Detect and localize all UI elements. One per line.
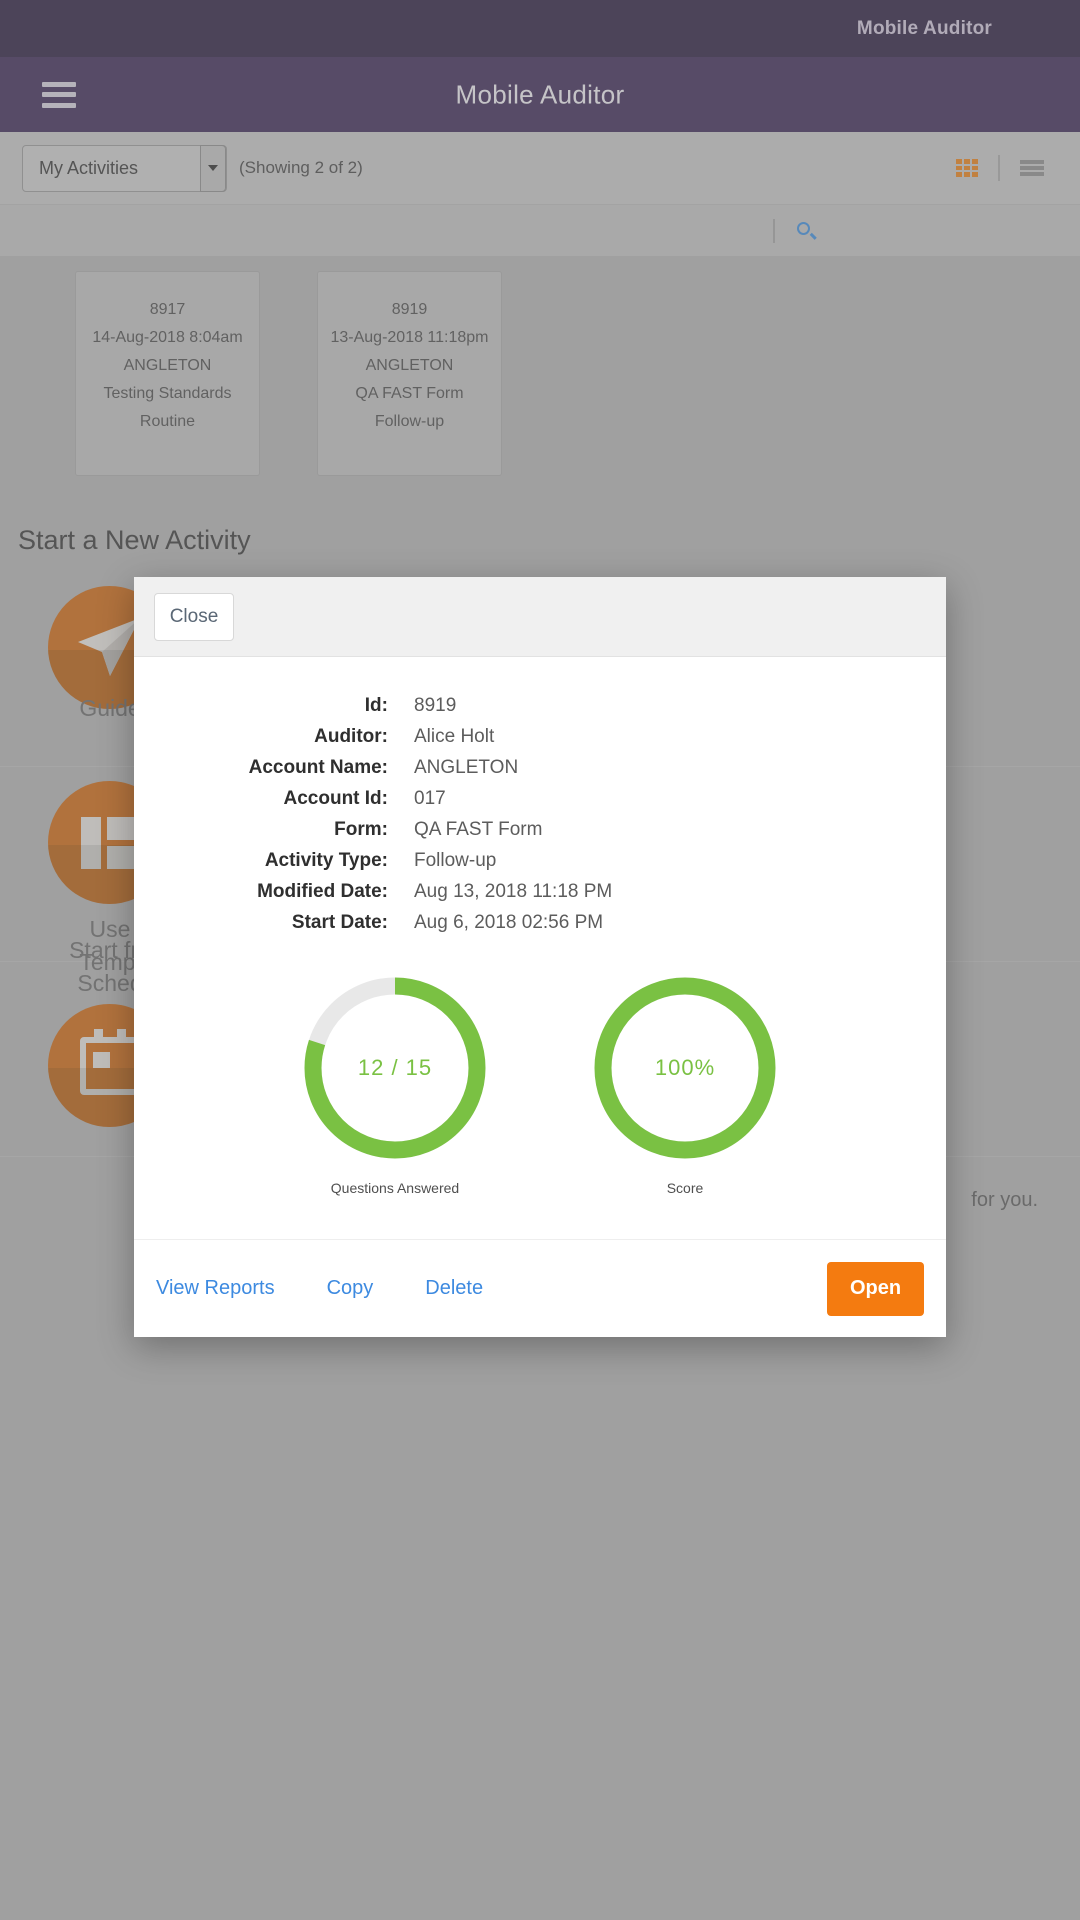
donut-chart: 12 / 15 — [295, 968, 495, 1168]
detail-label: Auditor: — [314, 726, 388, 747]
donut-center-value: 12 / 15 — [357, 1055, 433, 1080]
detail-value: 017 — [414, 788, 446, 809]
detail-label: Account Id: — [283, 788, 389, 809]
detail-row: Id: 8919 — [134, 691, 946, 721]
delete-link[interactable]: Delete — [425, 1277, 483, 1300]
detail-value: 8919 — [414, 695, 457, 716]
detail-value: QA FAST Form — [414, 819, 543, 840]
view-reports-link[interactable]: View Reports — [156, 1277, 275, 1300]
activity-detail-modal: Close Id: 8919 Auditor: Alice Holt Accou… — [134, 577, 946, 1337]
detail-value: Aug 6, 2018 02:56 PM — [414, 912, 604, 933]
modal-header: Close — [134, 577, 946, 657]
detail-label: Activity Type: — [264, 850, 388, 871]
detail-row: Modified Date: Aug 13, 2018 11:18 PM — [134, 877, 946, 907]
detail-label: Modified Date: — [257, 881, 388, 902]
donut-caption: Questions Answered — [330, 1180, 460, 1196]
detail-value: Aug 13, 2018 11:18 PM — [414, 881, 613, 902]
donut-caption: Score — [666, 1180, 704, 1196]
detail-label: Start Date: — [291, 912, 388, 933]
donut-chart: 100% — [585, 968, 785, 1168]
modal-footer: View Reports Copy Delete Open — [134, 1239, 946, 1337]
detail-row: Auditor: Alice Holt — [134, 722, 946, 752]
donut-center-value: 100% — [654, 1055, 716, 1080]
modal-body: Id: 8919 Auditor: Alice Holt Account Nam… — [134, 657, 946, 1196]
detail-label: Account Name: — [248, 757, 388, 778]
donut-chart-group: 12 / 15 Questions Answered 100% Score — [134, 968, 946, 1196]
detail-label: Form: — [334, 819, 388, 840]
detail-row: Activity Type: Follow-up — [134, 846, 946, 876]
detail-label: Id: — [364, 695, 388, 716]
close-button[interactable]: Close — [154, 592, 234, 641]
detail-row: Account Name: ANGLETON — [134, 753, 946, 783]
detail-row: Account Id: 017 — [134, 784, 946, 814]
detail-value: Alice Holt — [414, 726, 495, 747]
open-button[interactable]: Open — [827, 1261, 924, 1316]
app-root: Mobile Auditor Mobile Auditor My Activit… — [0, 0, 1080, 1920]
detail-value: ANGLETON — [414, 757, 519, 778]
copy-link[interactable]: Copy — [327, 1277, 374, 1300]
detail-row: Form: QA FAST Form — [134, 815, 946, 845]
donut-questions-answered: 12 / 15 Questions Answered — [270, 968, 520, 1196]
donut-score: 100% Score — [560, 968, 810, 1196]
detail-row: Start Date: Aug 6, 2018 02:56 PM — [134, 908, 946, 938]
detail-value: Follow-up — [414, 850, 497, 871]
